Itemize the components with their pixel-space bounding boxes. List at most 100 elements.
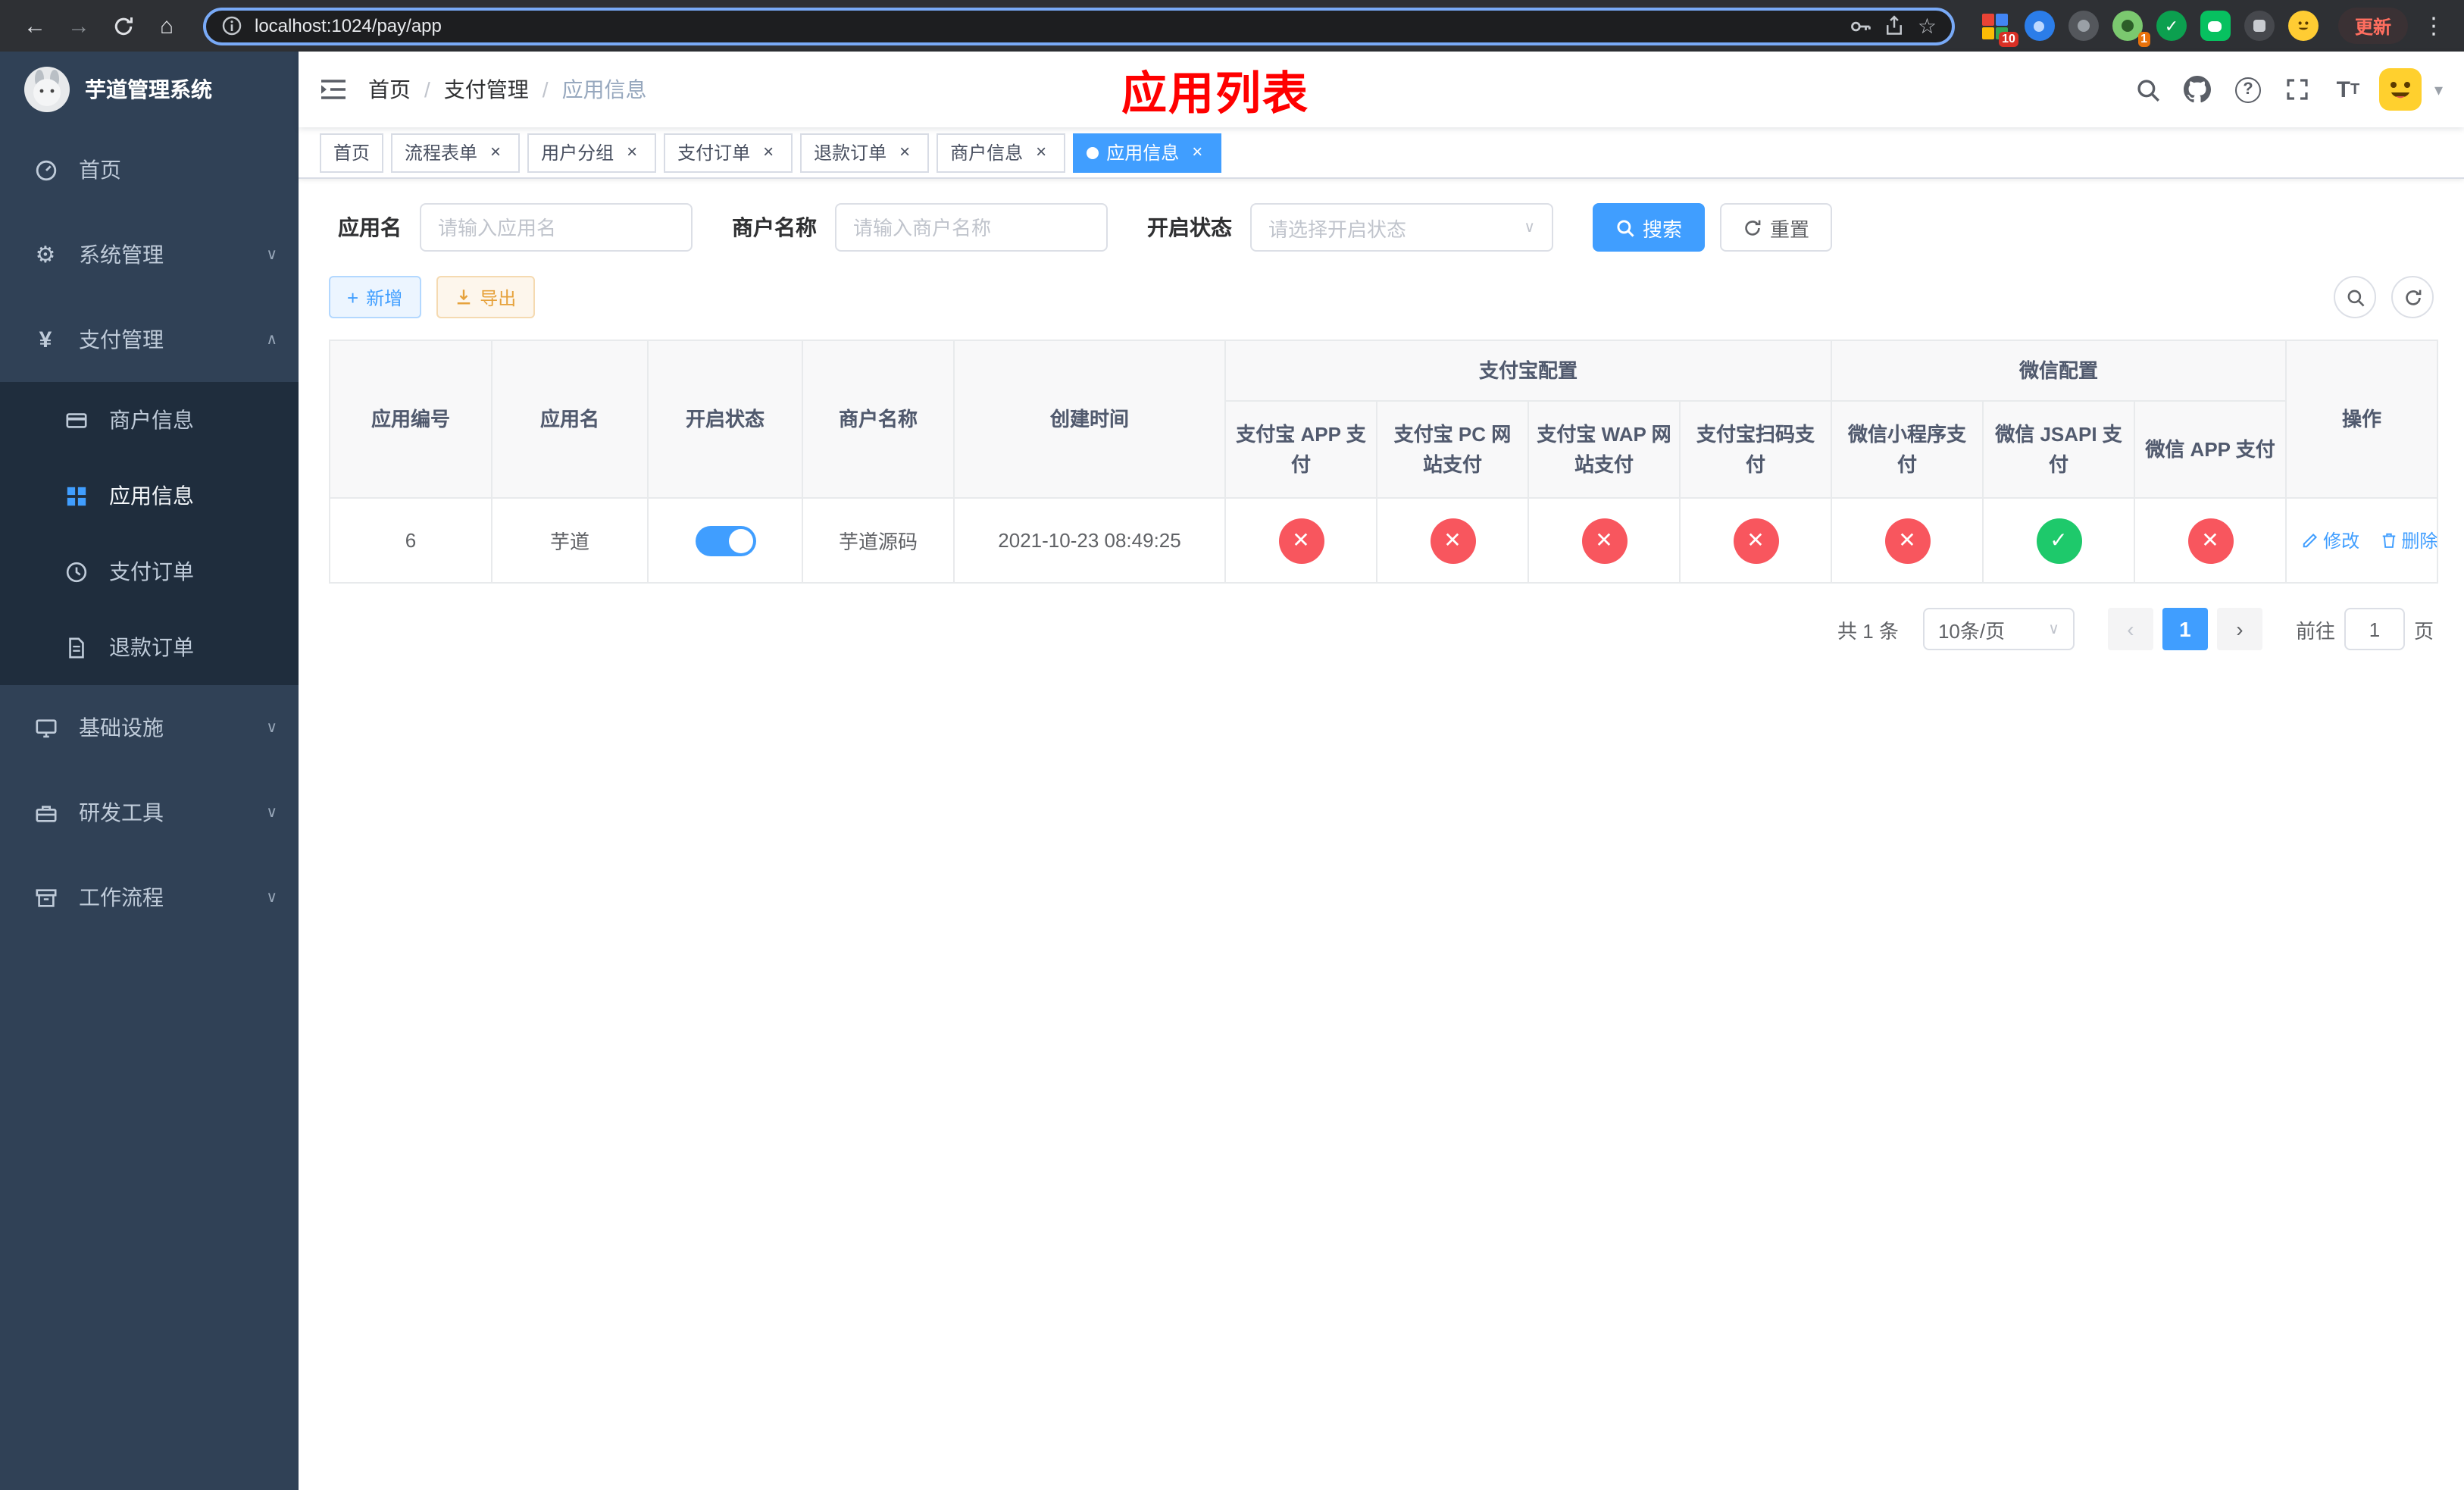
goto-page-input[interactable] [2344,608,2405,650]
alipay-qr-status-icon: ✕ [1733,518,1778,563]
sidebar-item-refund-order[interactable]: 退款订单 [0,609,299,685]
sidebar-item-system[interactable]: ⚙ 系统管理 ∨ [0,212,299,297]
wechat-app-status-icon: ✕ [2187,518,2234,563]
tab-pay-order[interactable]: 支付订单 × [664,133,793,172]
profile-avatar-icon[interactable]: 1 [2112,11,2150,47]
pagination-total: 共 1 条 [1837,619,1899,642]
bookmark-star-icon[interactable]: ☆ [1918,13,1937,39]
tab-close-icon[interactable]: × [485,141,506,163]
export-button[interactable]: 导出 [436,276,535,318]
tab-process-form[interactable]: 流程表单 × [391,133,521,172]
app-name-input[interactable] [438,216,674,239]
delete-button[interactable]: 删除 [2380,527,2437,553]
status-toggle[interactable] [695,525,755,556]
fullscreen-icon[interactable] [2278,70,2318,109]
wechat-mini-status-icon: ✕ [1884,518,1931,563]
search-form: 应用名 商户名称 开启状态 请选择开启状态 ∨ 搜索 [329,203,2434,252]
tab-label: 商户信息 [950,142,1024,164]
tab-close-icon[interactable]: × [894,141,915,163]
browser-menu-icon[interactable]: ⋮ [2419,12,2449,39]
next-page-button[interactable]: › [2216,608,2262,650]
breadcrumb-item-current: 应用信息 [561,77,647,102]
refresh-button[interactable] [2391,276,2434,318]
status-select[interactable]: 请选择开启状态 ∨ [1250,203,1553,252]
tab-close-icon[interactable]: × [621,141,643,163]
tab-app-info[interactable]: 应用信息 × [1073,133,1222,172]
extension-puzzle-icon[interactable] [2244,11,2275,41]
extension-grid-icon[interactable]: 10 [1981,11,2018,47]
merchant-name-input[interactable] [853,216,1090,239]
github-icon[interactable] [2178,70,2218,109]
page-size-select[interactable]: 10条/页 ∨ [1922,608,2075,650]
tab-close-icon[interactable]: × [1030,141,1052,163]
tab-close-icon[interactable]: × [758,141,779,163]
sidebar-item-payment[interactable]: ¥ 支付管理 ∧ [0,297,299,382]
chevron-down-icon: ∨ [266,719,277,736]
prev-page-button[interactable]: ‹ [2107,608,2153,650]
add-button[interactable]: + 新增 [329,276,421,318]
tab-label: 流程表单 [405,142,478,164]
merchant-name-field [835,203,1108,252]
document-icon [61,636,91,659]
browser-reload-button[interactable] [103,6,142,45]
table-toolbar: + 新增 导出 [329,276,2434,318]
browser-home-button[interactable]: ⌂ [147,6,186,45]
page-number-button[interactable]: 1 [2162,608,2208,650]
edit-button[interactable]: 修改 [2302,527,2359,553]
sidebar-item-infrastructure[interactable]: 基础设施 ∨ [0,685,299,770]
breadcrumb: 首页 / 支付管理 / 应用信息 [368,74,647,105]
column-header: 应用编号 [329,340,492,499]
chevron-down-icon: ∨ [266,804,277,821]
app-logo-row[interactable]: 芋道管理系统 [0,52,299,127]
column-header: 支付宝 WAP 网站支付 [1527,400,1681,499]
column-header: 支付宝扫码支付 [1678,400,1833,499]
reset-button[interactable]: 重置 [1720,203,1833,252]
grid-icon [61,484,91,507]
sidebar-item-app-info[interactable]: 应用信息 [0,458,299,534]
tab-merchant-info[interactable]: 商户信息 × [937,133,1066,172]
share-icon[interactable] [1884,15,1906,36]
help-icon[interactable]: ? [2228,70,2268,109]
search-button[interactable]: 搜索 [1593,203,1706,252]
sidebar-item-dev-tools[interactable]: 研发工具 ∨ [0,770,299,855]
extension-drop-icon[interactable] [2024,11,2055,41]
group-header-wechat: 微信配置 [1831,340,2287,402]
navbar-actions: ? TT ▾ [2128,67,2443,112]
font-size-icon[interactable]: TT [2328,70,2368,109]
address-bar[interactable]: localhost:1024/pay/app ☆ [203,7,1955,45]
extension-chat-icon[interactable] [2200,11,2231,41]
tab-close-icon[interactable]: × [1187,141,1208,163]
browser-update-button[interactable]: 更新 [2337,8,2408,44]
extension-emoji-icon[interactable] [2287,11,2319,41]
sidebar-item-home[interactable]: 首页 [0,127,299,212]
column-header: 应用名 [491,340,649,499]
user-avatar[interactable] [2378,67,2424,112]
url-text: localhost:1024/pay/app [255,15,442,36]
delete-button-label: 删除 [2401,531,2438,552]
sidebar-item-merchant-info[interactable]: 商户信息 [0,382,299,458]
tab-refund-order[interactable]: 退款订单 × [800,133,930,172]
password-key-icon[interactable] [1850,14,1872,37]
sidebar-item-pay-order[interactable]: 支付订单 [0,534,299,609]
extension-check-icon[interactable]: ✓ [2156,11,2187,41]
alipay-app-status-icon: ✕ [1278,518,1324,563]
chevron-up-icon: ∧ [266,331,277,348]
cell-created: 2021-10-23 08:49:25 [953,497,1226,584]
extension-dark-icon[interactable] [2068,11,2099,41]
tab-user-group[interactable]: 用户分组 × [527,133,657,172]
browser-back-button[interactable]: ← [15,6,55,45]
avatar-dropdown-caret-icon[interactable]: ▾ [2434,80,2443,99]
breadcrumb-item-home[interactable]: 首页 [368,74,411,105]
extensions-cluster: 10 1 ✓ [1981,11,2319,47]
column-header: 开启状态 [647,340,803,499]
tab-home[interactable]: 首页 [320,133,384,172]
tab-label: 首页 [333,142,371,164]
toggle-search-button[interactable] [2334,276,2376,318]
search-icon[interactable] [2128,70,2168,109]
breadcrumb-item-payment[interactable]: 支付管理 [444,74,529,105]
browser-forward-button[interactable]: → [59,6,98,45]
sidebar-item-workflow[interactable]: 工作流程 ∨ [0,855,299,940]
browser-toolbar: ← → ⌂ localhost:1024/pay/app ☆ 10 1 ✓ 更新… [0,0,2464,52]
sidebar-fold-icon[interactable] [299,52,368,127]
site-info-icon[interactable] [221,15,242,36]
